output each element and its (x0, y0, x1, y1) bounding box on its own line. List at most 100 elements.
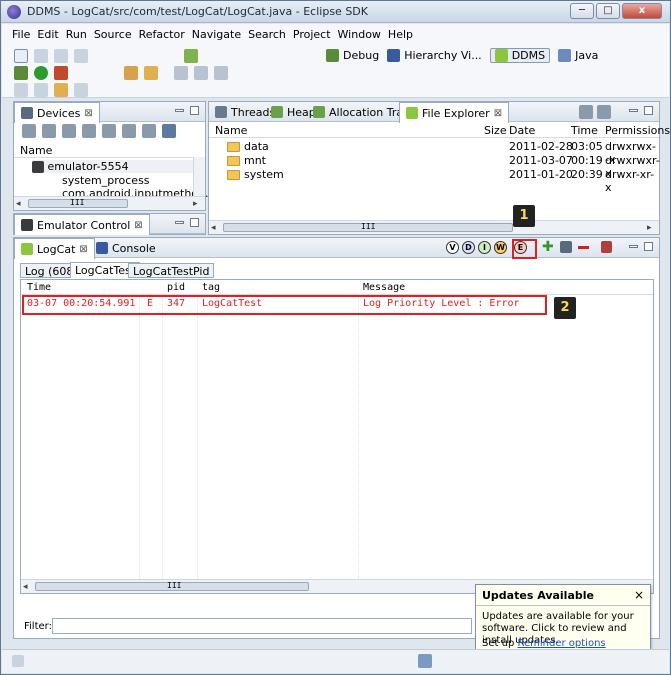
pull-file-icon[interactable] (579, 105, 593, 119)
open-type-icon[interactable] (124, 66, 138, 80)
maximize-button[interactable]: □ (596, 3, 620, 19)
prev-annotation-icon[interactable] (14, 83, 28, 97)
perspective-java[interactable]: Java (558, 48, 598, 62)
scroll-left-icon[interactable]: ◂ (23, 582, 33, 592)
tab-file-explorer[interactable]: File Explorer ⊠ (399, 102, 510, 123)
new-icon[interactable] (14, 49, 28, 63)
menu-source[interactable]: Source (94, 28, 139, 41)
push-file-icon[interactable] (597, 105, 611, 119)
col-tag[interactable]: tag (202, 282, 220, 293)
col-time[interactable]: Time (27, 282, 51, 293)
delete-filter-icon[interactable] (577, 245, 589, 249)
print-icon[interactable] (74, 49, 88, 63)
col-date[interactable]: Date (509, 124, 535, 137)
debug-process-icon[interactable] (22, 124, 36, 138)
close-tab-icon[interactable]: ⊠ (134, 220, 142, 231)
dump-hprof-icon[interactable] (62, 124, 76, 138)
menu-search[interactable]: Search (248, 28, 293, 41)
process-row[interactable]: system_process (62, 174, 150, 187)
cause-gc-icon[interactable] (82, 124, 96, 138)
clear-log-icon[interactable] (600, 241, 612, 253)
search-tool-icon[interactable] (144, 66, 158, 80)
reminder-options-link[interactable]: Reminder options (517, 638, 605, 649)
tab-logcat[interactable]: LogCat ⊠ (14, 238, 95, 259)
maximize-view-icon[interactable] (190, 106, 199, 115)
forward-icon[interactable] (74, 83, 88, 97)
menu-window[interactable]: Window (338, 28, 388, 41)
verbose-level-icon[interactable]: V (446, 241, 459, 254)
perspective-debug[interactable]: Debug (326, 48, 379, 62)
fast-view-icon[interactable] (12, 655, 24, 667)
pin-icon[interactable] (174, 66, 188, 80)
update-heap-icon[interactable] (42, 124, 56, 138)
menu-refactor[interactable]: Refactor (139, 28, 192, 41)
perspective-hierarchy[interactable]: Hierarchy Vi... (387, 48, 482, 62)
file-row[interactable]: system 2011-01-20 20:39 drwxr-xr-x (209, 168, 659, 194)
minimize-view-icon[interactable] (629, 109, 638, 112)
col-message[interactable]: Message (363, 282, 405, 293)
maximize-view-icon[interactable] (644, 106, 653, 115)
debug-level-icon[interactable]: D (462, 241, 475, 254)
minimize-view-icon[interactable] (175, 221, 184, 224)
next-annotation-icon[interactable] (34, 83, 48, 97)
update-threads-icon[interactable] (102, 124, 116, 138)
devices-scrollbar-v[interactable] (193, 157, 205, 197)
col-size[interactable]: Size (484, 124, 507, 137)
save-all-icon[interactable] (54, 49, 68, 63)
devices-scrollbar-h[interactable]: ◂ III ▸ (14, 196, 205, 210)
perspective-ddms[interactable]: DDMS (489, 47, 551, 63)
filter-tab-logcattestpid[interactable]: LogCatTestPid (128, 263, 215, 278)
start-profiling-icon[interactable] (122, 124, 136, 138)
stop-process-icon[interactable] (142, 124, 156, 138)
col-permissions[interactable]: Permissions (605, 124, 670, 137)
tab-console[interactable]: Console (90, 238, 162, 258)
file-row[interactable]: data 2011-02-28 03:05 drwxrwx--x (209, 140, 659, 166)
filter-input[interactable] (52, 618, 472, 634)
minimize-view-icon[interactable] (175, 109, 184, 112)
scroll-right-icon[interactable]: ▸ (647, 223, 657, 233)
view-minmax (175, 106, 199, 115)
warn-level-icon[interactable]: W (494, 241, 507, 254)
tab-emulator-control[interactable]: Emulator Control ⊠ (14, 214, 150, 235)
run-icon[interactable] (34, 66, 48, 80)
file-explorer-scrollbar-h[interactable]: ◂ III ▸ (209, 220, 659, 234)
close-window-button[interactable]: x (622, 3, 662, 19)
menu-edit[interactable]: Edit (37, 28, 65, 41)
close-tab-icon[interactable]: ⊠ (494, 108, 502, 119)
toggle-icon[interactable] (214, 66, 228, 80)
menu-help[interactable]: Help (388, 28, 420, 41)
device-row[interactable]: emulator-5554 (32, 160, 194, 173)
tab-devices[interactable]: Devices ⊠ (14, 102, 100, 123)
col-name[interactable]: Name (215, 124, 247, 137)
add-filter-icon[interactable]: ✚ (542, 240, 554, 254)
close-tab-icon[interactable]: ⊠ (84, 108, 92, 119)
maximize-view-icon[interactable] (190, 218, 199, 227)
col-time[interactable]: Time (571, 124, 598, 137)
info-level-icon[interactable]: I (478, 241, 491, 254)
menu-project[interactable]: Project (293, 28, 338, 41)
back-icon[interactable] (54, 83, 68, 97)
scroll-left-icon[interactable]: ◂ (16, 199, 26, 209)
update-status-icon[interactable] (418, 654, 432, 668)
menu-run[interactable]: Run (66, 28, 94, 41)
save-icon[interactable] (34, 49, 48, 63)
menu-navigate[interactable]: Navigate (192, 28, 248, 41)
menu-file[interactable]: File (12, 28, 37, 41)
screen-capture-icon[interactable] (162, 124, 176, 138)
scroll-left-icon[interactable]: ◂ (211, 223, 221, 233)
close-icon[interactable]: × (634, 588, 644, 602)
debug-run-icon[interactable] (14, 66, 28, 80)
device-phone-icon (21, 107, 33, 119)
minimize-view-icon[interactable] (629, 245, 638, 248)
edit-pen-icon[interactable] (194, 66, 208, 80)
file-row[interactable]: mnt 2011-03-07 00:19 drwxrwxr-x (209, 154, 660, 180)
close-tab-icon[interactable]: ⊠ (79, 244, 87, 255)
edit-filter-icon[interactable] (559, 241, 572, 253)
col-pid[interactable]: pid (167, 282, 185, 293)
devices-col-name[interactable]: Name (20, 144, 52, 157)
maximize-view-icon[interactable] (644, 242, 653, 251)
external-tools-icon[interactable] (54, 66, 68, 80)
sdk-manager-icon[interactable] (184, 49, 198, 63)
minimize-button[interactable]: ─ (570, 3, 594, 19)
scroll-right-icon[interactable]: ▸ (193, 199, 203, 209)
